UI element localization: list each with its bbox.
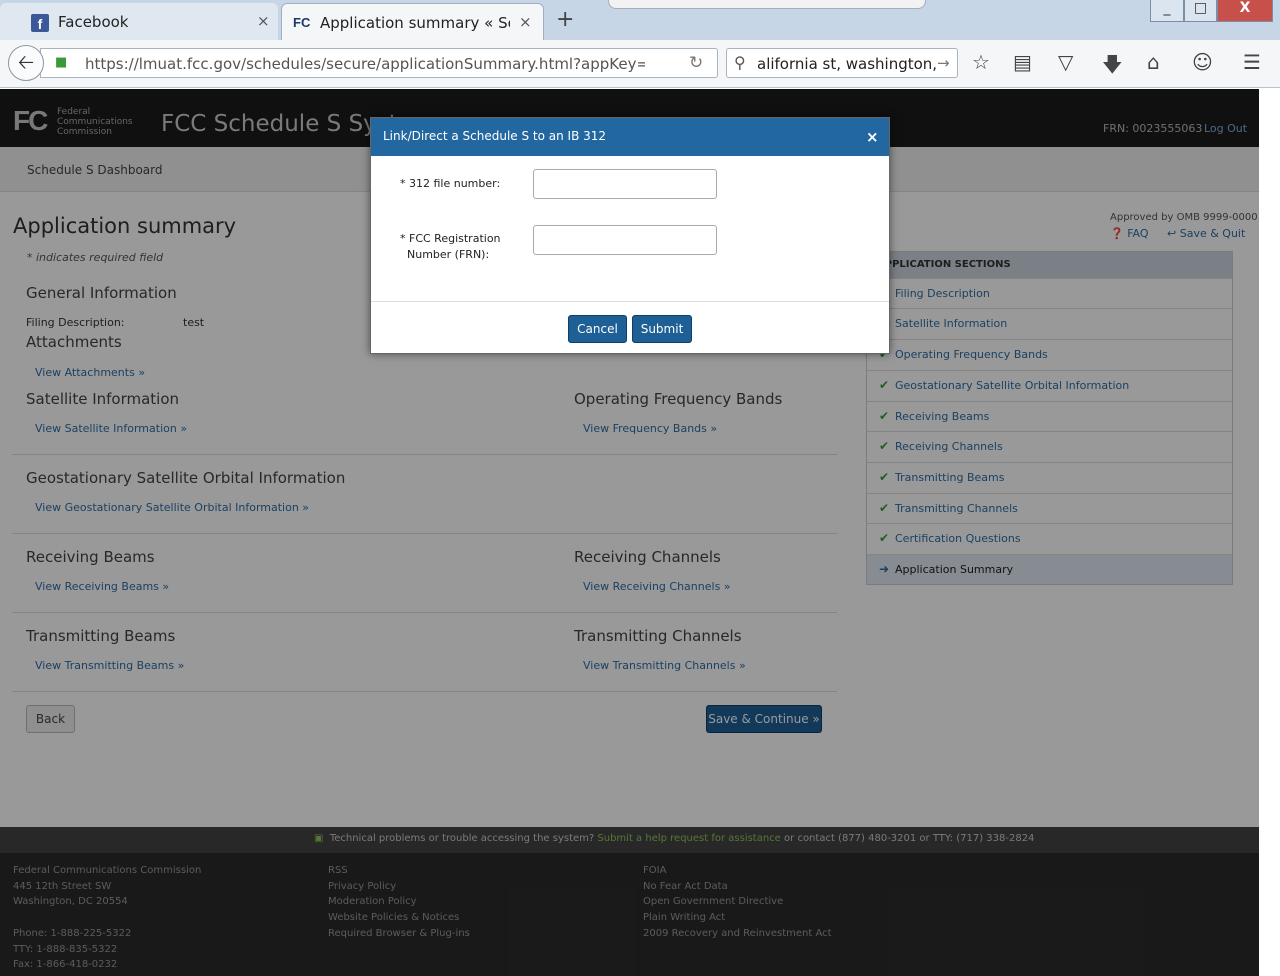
fcc-favicon-icon: FC [293,15,311,30]
browser-nav-bar: ■ https://lmuat.fcc.gov/schedules/secure… [0,40,1280,88]
hello-icon[interactable]: ☺ [1192,50,1213,74]
tab-title: Application summary « Sc... [320,14,510,32]
maximize-button[interactable]: □ [1184,0,1217,22]
url-bar[interactable]: ■ https://lmuat.fcc.gov/schedules/secure… [40,48,718,78]
cancel-button[interactable]: Cancel [568,315,627,343]
dialog-divider [371,301,889,302]
frn-label-line1: * FCC Registration [400,232,501,245]
search-icon: ⚲ [734,53,746,72]
lock-icon: ■ [55,55,68,70]
browser-tab-bar: f Facebook × FC Application summary « Sc… [0,0,1280,40]
bookmark-star-icon[interactable]: ☆ [972,50,990,74]
file-number-input[interactable] [533,169,717,199]
back-arrow-icon[interactable]: 🡠 [8,45,44,81]
pocket-icon[interactable]: ▽ [1058,50,1073,74]
minimize-button[interactable]: _ [1150,0,1184,22]
dialog-title: Link/Direct a Schedule S to an IB 312 [371,118,889,156]
link-schedule-dialog: Link/Direct a Schedule S to an IB 312 × … [370,117,890,354]
tab-close-icon[interactable]: × [257,12,270,30]
download-icon[interactable]: 🡇 [1102,50,1123,84]
tab-facebook[interactable]: f Facebook × [0,3,278,40]
frn-label-line2: Number (FRN): [407,248,490,261]
new-tab-button[interactable]: + [556,7,574,32]
tab-close-icon[interactable]: × [519,13,532,31]
reading-list-icon[interactable]: ▤ [1013,50,1032,74]
close-icon[interactable]: × [866,128,879,146]
frn-input[interactable] [533,225,717,255]
home-icon[interactable]: ⌂ [1147,50,1160,74]
search-value: alifornia st, washington, DC [757,55,937,73]
reload-icon[interactable]: ↻ [689,53,703,73]
tab-application-summary[interactable]: FC Application summary « Sc... × [281,3,544,40]
facebook-favicon-icon: f [31,14,49,32]
menu-icon[interactable]: ☰ [1243,50,1261,74]
tab-title: Facebook [58,13,129,31]
url-text: https://lmuat.fcc.gov/schedules/secure/a… [85,55,645,73]
file-number-label: * 312 file number: [400,177,501,190]
search-go-icon[interactable]: → [937,54,950,72]
window-drag-handle[interactable] [608,0,926,9]
submit-button[interactable]: Submit [632,315,692,343]
search-input[interactable]: ⚲ alifornia st, washington, DC → [726,48,958,78]
close-window-button[interactable]: X [1217,0,1273,22]
